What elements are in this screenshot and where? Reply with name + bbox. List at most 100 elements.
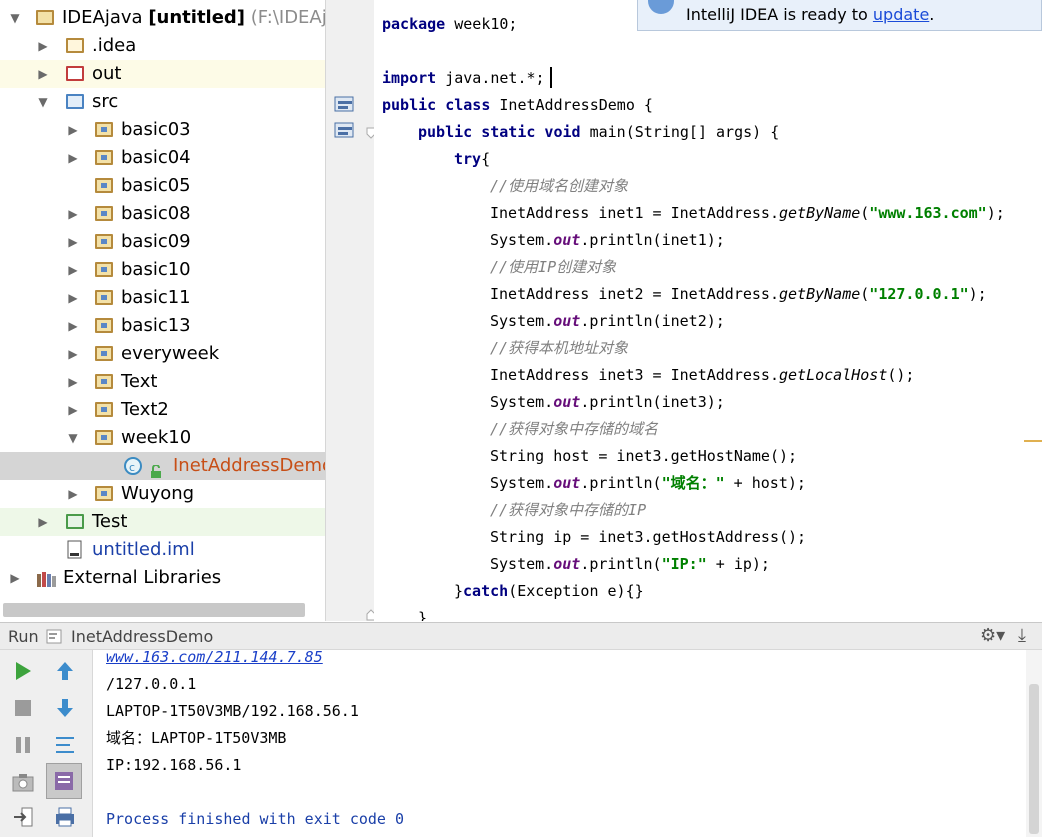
tree-horizontal-scrollbar[interactable] xyxy=(3,603,305,617)
login-exit-icon[interactable] xyxy=(8,802,38,832)
tree-label: InetAddressDemo xyxy=(173,455,326,476)
chevron-right-icon[interactable]: ▶ xyxy=(66,228,80,256)
tree-item-everyweek[interactable]: ▶ everyweek xyxy=(0,340,325,368)
tree-label: out xyxy=(92,63,122,84)
tree-item-text2[interactable]: ▶ Text2 xyxy=(0,396,325,424)
chevron-right-icon[interactable]: ▶ xyxy=(66,480,80,508)
tree-item-basic13[interactable]: ▶ basic13 xyxy=(0,312,325,340)
excluded-folder-icon xyxy=(66,66,84,81)
run-config-name[interactable]: InetAddressDemo xyxy=(71,627,213,646)
tree-item-idea[interactable]: ▶ .idea xyxy=(0,32,325,60)
project-tag: [untitled] xyxy=(148,7,246,28)
tree-item-out[interactable]: ▶ out xyxy=(0,60,325,88)
chevron-right-icon[interactable]: ▶ xyxy=(36,508,50,536)
tree-item-basic09[interactable]: ▶ basic09 xyxy=(0,228,325,256)
package-icon xyxy=(95,374,113,389)
run-toolbar xyxy=(0,650,93,837)
chevron-right-icon[interactable]: ▶ xyxy=(66,368,80,396)
code-line-21: System.out.println("IP:" + ip); xyxy=(490,555,770,573)
tree-item-basic10[interactable]: ▶ basic10 xyxy=(0,256,325,284)
project-name: IDEAjava xyxy=(62,7,143,28)
chevron-down-icon[interactable]: ▼ xyxy=(66,424,80,452)
project-folder-icon xyxy=(36,10,54,25)
code-line-1: package week10; xyxy=(382,15,518,33)
console-output[interactable]: www.163.com/211.144.7.85 /127.0.0.1 LAPT… xyxy=(93,650,1026,837)
hide-panel-icon[interactable]: ⤓ xyxy=(1018,625,1026,646)
chevron-right-icon[interactable]: ▶ xyxy=(66,340,80,368)
tree-label: week10 xyxy=(121,427,192,448)
pause-button[interactable] xyxy=(8,730,38,760)
package-icon xyxy=(95,234,113,249)
implement-marker-icon[interactable] xyxy=(334,96,356,114)
chevron-right-icon[interactable]: ▶ xyxy=(66,116,80,144)
tree-item-test[interactable]: ▶ Test xyxy=(0,508,325,536)
soft-wrap-button[interactable] xyxy=(50,730,80,760)
run-config-icon xyxy=(46,629,64,645)
tree-item-untitled-iml[interactable]: untitled.iml xyxy=(0,536,325,564)
settings-gear-icon[interactable]: ⚙▾ xyxy=(980,625,1005,646)
scroll-up-button[interactable] xyxy=(50,656,80,686)
code-line-20: String ip = inet3.getHostAddress(); xyxy=(490,528,807,546)
tree-item-basic05[interactable]: basic05 xyxy=(0,172,325,200)
package-icon xyxy=(95,430,113,445)
scrollbar-thumb[interactable] xyxy=(1029,684,1039,834)
update-link[interactable]: update xyxy=(873,5,929,24)
tree-item-src[interactable]: ▼ src xyxy=(0,88,325,116)
chevron-right-icon[interactable]: ▶ xyxy=(66,256,80,284)
tree-item-basic08[interactable]: ▶ basic08 xyxy=(0,200,325,228)
tree-item-basic04[interactable]: ▶ basic04 xyxy=(0,144,325,172)
tree-label: src xyxy=(92,91,119,112)
rerun-button[interactable] xyxy=(8,656,38,686)
code-line-5: public static void main(String[] args) { xyxy=(418,123,780,141)
code-line-3: import java.net.*; xyxy=(382,69,545,87)
svg-text:c: c xyxy=(129,461,135,474)
package-icon xyxy=(95,402,113,417)
code-line-7: //使用域名创建对象 xyxy=(490,177,629,195)
update-notification[interactable]: IntelliJ IDEA is ready to update. xyxy=(637,0,1042,31)
code-line-15: System.out.println(inet3); xyxy=(490,393,725,411)
run-tab-label[interactable]: Run xyxy=(8,627,39,646)
tree-item-inetaddressdemo[interactable]: c InetAddressDemo xyxy=(0,452,325,480)
console-line: /127.0.0.1 xyxy=(106,675,197,693)
tree-item-week10[interactable]: ▼ week10 xyxy=(0,424,325,452)
chevron-down-icon[interactable]: ▼ xyxy=(8,4,22,32)
console-vertical-scrollbar[interactable] xyxy=(1026,650,1042,837)
console-line: IP:192.168.56.1 xyxy=(106,756,242,774)
chevron-right-icon[interactable]: ▶ xyxy=(36,32,50,60)
tree-root[interactable]: ▼ IDEAjava [untitled] (F:\IDEAjav xyxy=(0,4,325,32)
chevron-right-icon[interactable]: ▶ xyxy=(8,564,22,592)
chevron-right-icon[interactable]: ▶ xyxy=(66,284,80,312)
chevron-down-icon[interactable]: ▼ xyxy=(36,88,50,116)
chevron-right-icon[interactable]: ▶ xyxy=(66,200,80,228)
tree-label: Wuyong xyxy=(121,483,195,504)
package-icon xyxy=(95,150,113,165)
implement-marker-icon[interactable] xyxy=(334,122,356,140)
chevron-right-icon[interactable]: ▶ xyxy=(66,312,80,340)
tree-item-basic11[interactable]: ▶ basic11 xyxy=(0,284,325,312)
tree-item-wuyong[interactable]: ▶ Wuyong xyxy=(0,480,325,508)
scroll-down-button[interactable] xyxy=(50,693,80,723)
project-tree-panel: ▼ IDEAjava [untitled] (F:\IDEAjav ▶ .ide… xyxy=(0,0,326,621)
code-line-6: try{ xyxy=(454,150,491,168)
camera-icon[interactable] xyxy=(8,767,38,797)
tree-label: basic11 xyxy=(121,287,191,308)
stop-button[interactable] xyxy=(8,693,38,723)
tree-label: basic10 xyxy=(121,259,191,280)
tree-label: .idea xyxy=(92,35,137,56)
chevron-right-icon[interactable]: ▶ xyxy=(66,396,80,424)
java-class-icon: c xyxy=(123,456,143,476)
tree-item-text[interactable]: ▶ Text xyxy=(0,368,325,396)
code-line-23: } xyxy=(418,609,428,621)
code-line-18: System.out.println("域名：" + host); xyxy=(490,474,806,492)
chevron-right-icon[interactable]: ▶ xyxy=(36,60,50,88)
chevron-right-icon[interactable]: ▶ xyxy=(66,144,80,172)
code-editor[interactable]: package week10; import java.net.*; publi… xyxy=(374,0,1042,621)
package-icon xyxy=(95,486,113,501)
code-line-16: //获得对象中存储的域名 xyxy=(490,420,659,438)
console-line[interactable]: www.163.com/211.144.7.85 xyxy=(106,650,323,671)
scroll-to-end-button[interactable] xyxy=(46,763,82,799)
print-icon[interactable] xyxy=(50,802,80,832)
tree-item-basic03[interactable]: ▶ basic03 xyxy=(0,116,325,144)
tree-item-external-libraries[interactable]: ▶ External Libraries xyxy=(0,564,325,592)
notification-suffix: . xyxy=(929,5,935,24)
